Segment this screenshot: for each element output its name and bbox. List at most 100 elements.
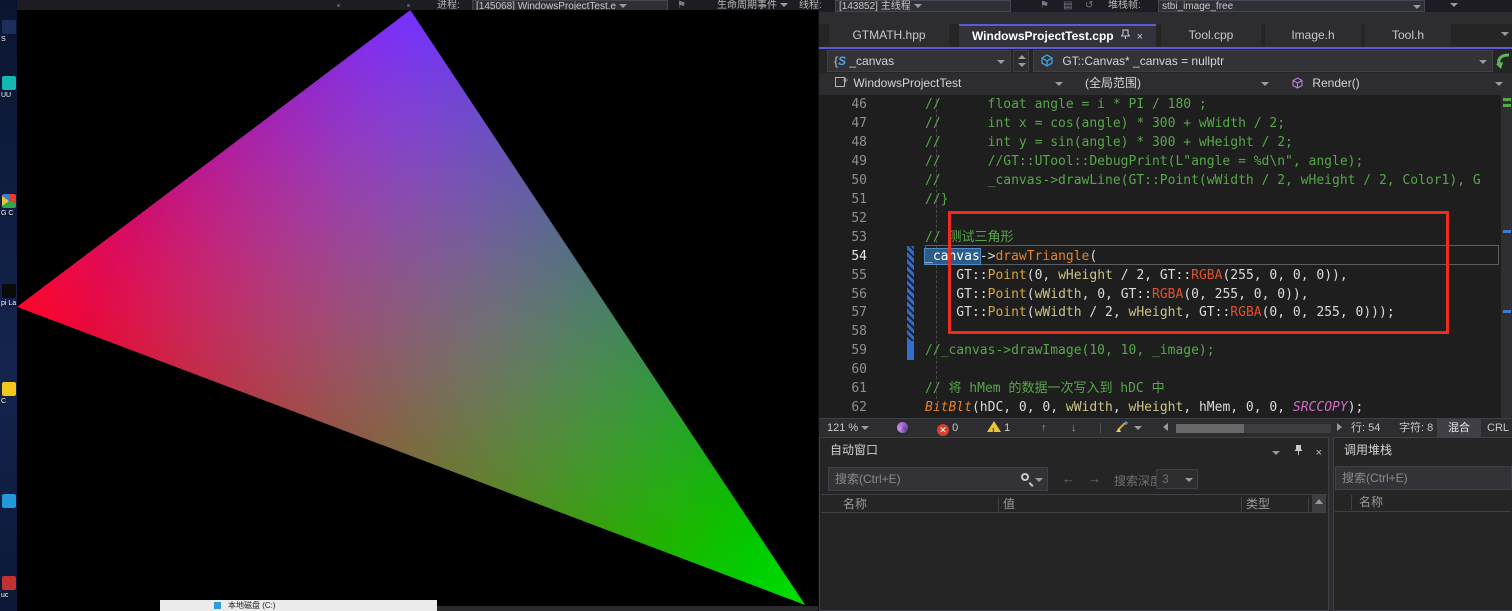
close-icon[interactable]: × [1316,447,1322,459]
code-token: // 将 hMem 的数据一次写入到 hDC 中 [925,381,1165,396]
code-token: // float angle = i * PI / 180 ; [925,97,1207,112]
line-number[interactable]: 59 [819,342,883,361]
scope-dropdown[interactable]: (全局范围) [1077,73,1279,95]
code-line[interactable]: 51 //} [819,191,1512,210]
error-count[interactable]: ✕ 0 [937,419,958,438]
changed-lines-indicator [907,246,914,341]
line-number[interactable]: 54 [819,248,883,267]
desktop-icon[interactable] [2,194,16,208]
code-token: //} [925,192,948,207]
tab-label: Tool.h [1392,28,1424,42]
line-number[interactable]: 60 [819,361,883,380]
window-position-icon[interactable] [1272,451,1280,455]
desktop-strip: SUUG Cpi LaCuc [0,0,17,611]
search-back-icon[interactable]: ← [1062,471,1075,486]
code-token: , hMem, 0, 0, [1183,400,1293,415]
zoom-control[interactable]: 121 % [827,419,869,438]
code-line[interactable]: 49// //GT::UTool::DebugPrint(L"angle = %… [819,153,1512,172]
line-number[interactable]: 51 [819,191,883,210]
line-number[interactable]: 47 [819,115,883,134]
search-forward-icon[interactable]: → [1088,471,1101,486]
line-number[interactable]: 62 [819,399,883,418]
tab-gtmath-hpp[interactable]: GTMATH.hpp [829,24,949,47]
code-line[interactable]: 48// int y = sin(angle) * 300 + wHeight … [819,134,1512,153]
horizontal-scrollbar-thumb[interactable] [1176,424,1244,433]
desktop-icon[interactable] [2,382,16,396]
saved-change-indicator [907,341,914,360]
hscroll-right-icon[interactable] [1337,419,1342,438]
line-number[interactable]: 46 [819,96,883,115]
code-line[interactable]: 46 // float angle = i * PI / 180 ; [819,96,1512,115]
code-token: , [1113,400,1129,415]
method-dropdown[interactable]: Render() [1283,73,1512,95]
line-number[interactable]: 52 [819,210,883,229]
code-line[interactable]: 62BitBlt(hDC, 0, 0, wWidth, wHeight, hMe… [819,399,1512,418]
stack-list-icon[interactable]: ▤ [1063,0,1072,12]
symbol-combo[interactable]: {S _canvas [827,50,1011,72]
explorer-window-strip[interactable]: 本地磁盘 (C:) [160,600,437,611]
intellicode-icon[interactable] [897,419,908,438]
code-line[interactable]: 60 [819,361,1512,380]
return-arrow-icon[interactable] [1495,52,1512,70]
pin-icon[interactable] [1294,447,1303,459]
tab-windowsprojecttest-cpp[interactable]: WindowsProjectTest.cpp× [959,24,1156,47]
line-number[interactable]: 53 [819,229,883,248]
line-number[interactable]: 58 [819,323,883,342]
desktop-icon[interactable] [2,20,16,34]
line-number[interactable]: 48 [819,134,883,153]
line-ending-mixed-badge[interactable]: 混合 [1437,419,1481,438]
desktop-icon[interactable] [2,76,16,90]
frame-dropdown[interactable]: stbi_image_free [1158,0,1425,12]
autos-scroll-up-icon[interactable] [1312,495,1326,512]
column-type[interactable]: 类型 [1246,495,1270,513]
prev-issue-icon[interactable]: ↑ [1041,419,1047,438]
code-line[interactable]: 50// _canvas->drawLine(GT::Point(wWidth … [819,172,1512,191]
tab-close-icon[interactable]: × [1137,31,1143,43]
line-number[interactable]: 55 [819,267,883,286]
autos-search-input[interactable]: 搜索(Ctrl+E) [828,467,1048,491]
horizontal-scrollbar[interactable] [1176,424,1331,433]
code-line[interactable]: 59//_canvas->drawImage(10, 10, _image); [819,342,1512,361]
symbol-spinner[interactable] [1013,50,1029,72]
toolbar-grip-dot [337,4,340,7]
line-number[interactable]: 50 [819,172,883,191]
flag-icon-2[interactable]: ⚑ [1040,0,1049,12]
toolbar-overflow-icon[interactable] [1450,0,1458,12]
column-name[interactable]: 名称 [1359,493,1383,511]
unwind-icon[interactable]: ↺ [1085,0,1093,12]
code-line[interactable]: 61 // 将 hMem 的数据一次写入到 hDC 中 [819,380,1512,399]
code-cleanup-icon[interactable] [1115,419,1142,438]
project-dropdown[interactable]: + WindowsProjectTest [827,73,1073,95]
column-value[interactable]: 值 [1003,495,1015,513]
hscroll-left-icon[interactable] [1163,419,1168,438]
next-issue-icon[interactable]: ↓ [1071,419,1077,438]
thread-dropdown[interactable]: [143852] 主线程 [835,0,1011,12]
callstack-header-row: 名称 [1335,493,1511,512]
editor-vertical-scrollbar[interactable] [1501,95,1512,418]
code-line[interactable]: 47// int x = cos(angle) * 300 + wWidth /… [819,115,1512,134]
tab-tool-h[interactable]: Tool.h [1365,24,1451,47]
column-name[interactable]: 名称 [843,495,867,513]
code-token: (hDC, 0, 0, [972,400,1066,415]
line-number[interactable]: 49 [819,153,883,172]
tab-pin-icon[interactable] [1121,31,1130,43]
depth-dropdown[interactable]: 3 [1156,469,1198,489]
line-number[interactable]: 56 [819,286,883,305]
datatip-combo[interactable]: GT::Canvas* _canvas = nullptr [1033,50,1493,72]
method-cube-icon [1291,77,1304,89]
line-number[interactable]: 57 [819,304,883,323]
desktop-icon[interactable] [2,494,16,508]
error-icon: ✕ [937,424,949,436]
callstack-search-input[interactable]: 搜索(Ctrl+E) [1335,466,1512,490]
warning-count[interactable]: ! 1 [987,419,1010,438]
tab-tool-cpp[interactable]: Tool.cpp [1161,24,1261,47]
desktop-icon[interactable] [2,284,16,298]
symbol-nav-bar: {S _canvas GT::Canvas* _canvas = nullptr [819,49,1512,73]
tab-image-h[interactable]: Image.h [1265,24,1361,47]
cube-icon [1040,54,1054,67]
desktop-icon[interactable] [2,576,16,590]
tab-overflow-icon[interactable] [1501,32,1509,36]
line-number[interactable]: 61 [819,380,883,399]
tab-label: GTMATH.hpp [852,28,925,42]
code-editor[interactable]: 46 // float angle = i * PI / 180 ; 47// in… [819,95,1512,418]
